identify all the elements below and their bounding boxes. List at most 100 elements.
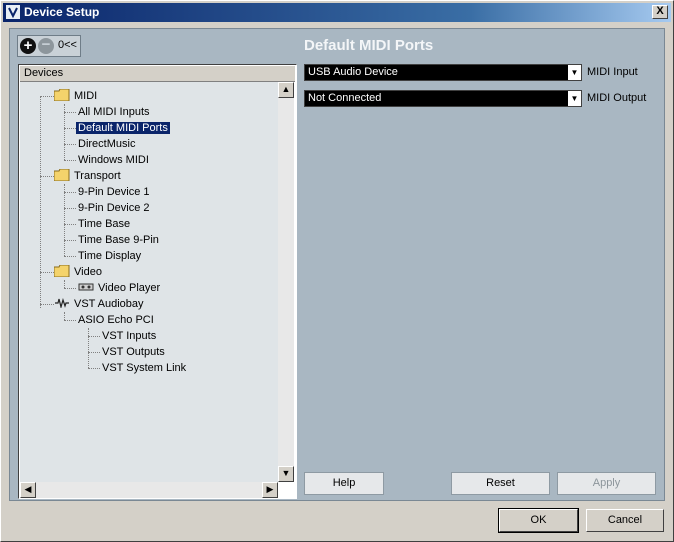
reset-device-button[interactable]: 0<<: [58, 39, 77, 51]
tree-node-9pin-device-2[interactable]: 9-Pin Device 2: [78, 200, 150, 216]
tree-node-default-midi-ports[interactable]: Default MIDI Ports: [76, 120, 170, 136]
tree-node-transport[interactable]: Transport: [54, 168, 121, 184]
tree-vertical-scrollbar[interactable]: ▲ ▼: [278, 82, 294, 482]
tree-connector: [64, 240, 76, 241]
tree-node-label: Time Base 9-Pin: [78, 234, 159, 246]
tree-connector: [64, 160, 76, 161]
tree-node-video[interactable]: Video: [54, 264, 102, 280]
tree-horizontal-scrollbar[interactable]: ◀ ▶: [20, 482, 278, 498]
tree-node-label: Default MIDI Ports: [76, 122, 170, 134]
tree-node-label: 9-Pin Device 2: [78, 202, 150, 214]
tree-node-label: MIDI: [74, 90, 98, 102]
midi-input-label: MIDI Input: [587, 66, 638, 78]
tree-connector: [64, 192, 76, 193]
tree-connector: [64, 144, 76, 145]
tree-node-label: All MIDI Inputs: [78, 106, 150, 118]
tree-node-vst-inputs[interactable]: VST Inputs: [102, 328, 156, 344]
tree-connector: [64, 288, 76, 289]
tree-connector: [64, 128, 76, 129]
tree-connector: [40, 96, 41, 308]
tree-node-video-player[interactable]: Video Player: [78, 280, 160, 296]
device-setup-window: Device Setup X + − 0<< Devices MIDI All …: [0, 0, 674, 542]
tree-node-vst-outputs[interactable]: VST Outputs: [102, 344, 165, 360]
midi-output-label: MIDI Output: [587, 92, 647, 104]
tree-node-label: Video Player: [98, 282, 161, 294]
tree-node-label: 9-Pin Device 1: [78, 186, 150, 198]
tree-connector: [64, 224, 76, 225]
midi-output-value: Not Connected: [308, 92, 382, 104]
devices-tree[interactable]: MIDI All MIDI Inputs Default MIDI Ports …: [20, 82, 278, 482]
tree-node-asio-echo-pci[interactable]: ASIO Echo PCI: [78, 312, 154, 328]
tree-node-label: Time Display: [78, 250, 142, 262]
tree-connector: [88, 352, 100, 353]
add-device-button[interactable]: +: [20, 38, 36, 54]
chevron-up-icon: ▲: [281, 84, 291, 94]
minus-icon: −: [41, 36, 51, 53]
tree-connector: [64, 184, 65, 256]
ok-button[interactable]: OK: [498, 508, 579, 533]
tree-connector: [64, 320, 76, 321]
window-title: Device Setup: [24, 5, 100, 19]
device-toolbar: + − 0<<: [17, 35, 81, 57]
tree-node-label: Time Base: [78, 218, 131, 230]
scroll-down-button[interactable]: ▼: [278, 466, 294, 482]
tree-node-label: ASIO Echo PCI: [78, 314, 154, 326]
title-bar[interactable]: Device Setup X: [3, 3, 671, 22]
apply-button[interactable]: Apply: [557, 472, 656, 495]
tree-node-label: DirectMusic: [78, 138, 136, 150]
chevron-left-icon: ◀: [24, 484, 32, 494]
tree-node-label: VST Inputs: [102, 330, 157, 342]
tree-node-vst-system-link[interactable]: VST System Link: [102, 360, 186, 376]
tree-connector: [64, 208, 76, 209]
tree-node-label: VST Audiobay: [74, 298, 144, 310]
plus-icon: +: [23, 37, 33, 54]
tree-node-9pin-device-1[interactable]: 9-Pin Device 1: [78, 184, 150, 200]
panel-title: Default MIDI Ports: [304, 37, 434, 54]
tree-node-label: Video: [74, 266, 102, 278]
remove-device-button[interactable]: −: [38, 36, 54, 54]
reset-button[interactable]: Reset: [451, 472, 550, 495]
cancel-button[interactable]: Cancel: [586, 509, 664, 532]
close-button[interactable]: X: [652, 5, 668, 19]
tree-connector: [40, 304, 54, 305]
tree-node-label: VST System Link: [102, 362, 187, 374]
folder-icon: [54, 89, 70, 101]
devices-header-label: Devices: [24, 67, 64, 79]
midi-input-select[interactable]: USB Audio Device ▼: [304, 64, 582, 81]
tree-node-vst-audiobay[interactable]: VST Audiobay: [54, 296, 144, 312]
tree-connector: [40, 272, 54, 273]
tree-node-label: Windows MIDI: [78, 154, 149, 166]
tree-connector: [64, 256, 76, 257]
tree-connector: [64, 112, 76, 113]
midi-output-select[interactable]: Not Connected ▼: [304, 90, 582, 107]
devices-column-header[interactable]: Devices: [20, 66, 295, 82]
midi-input-value: USB Audio Device: [308, 66, 398, 78]
chevron-down-icon[interactable]: ▼: [568, 91, 581, 106]
tree-node-directmusic[interactable]: DirectMusic: [78, 136, 135, 152]
tree-node-windows-midi[interactable]: Windows MIDI: [78, 152, 149, 168]
scroll-right-button[interactable]: ▶: [262, 482, 278, 498]
folder-icon: [54, 265, 70, 277]
tree-connector: [40, 96, 54, 97]
tree-node-time-base[interactable]: Time Base: [78, 216, 130, 232]
tree-node-time-base-9pin[interactable]: Time Base 9-Pin: [78, 232, 159, 248]
video-player-icon: [78, 283, 94, 291]
tree-connector: [64, 280, 65, 288]
tree-node-time-display[interactable]: Time Display: [78, 248, 141, 264]
close-icon: X: [656, 5, 664, 17]
devices-tree-panel: Devices MIDI All MIDI Inputs Default MID…: [18, 64, 297, 499]
tree-connector: [88, 328, 89, 368]
chevron-down-icon[interactable]: ▼: [568, 65, 581, 80]
tree-connector: [64, 312, 65, 320]
chevron-right-icon: ▶: [266, 484, 274, 494]
tree-node-midi[interactable]: MIDI: [54, 88, 97, 104]
tree-connector: [88, 368, 100, 369]
tree-connector: [88, 336, 100, 337]
tree-node-label: Transport: [74, 170, 121, 182]
tree-node-all-midi-inputs[interactable]: All MIDI Inputs: [78, 104, 150, 120]
dialog-body: + − 0<< Devices MIDI All MIDI Inputs Def…: [9, 28, 665, 501]
scroll-left-button[interactable]: ◀: [20, 482, 36, 498]
help-button[interactable]: Help: [304, 472, 384, 495]
tree-node-label: VST Outputs: [102, 346, 165, 358]
scroll-up-button[interactable]: ▲: [278, 82, 294, 98]
